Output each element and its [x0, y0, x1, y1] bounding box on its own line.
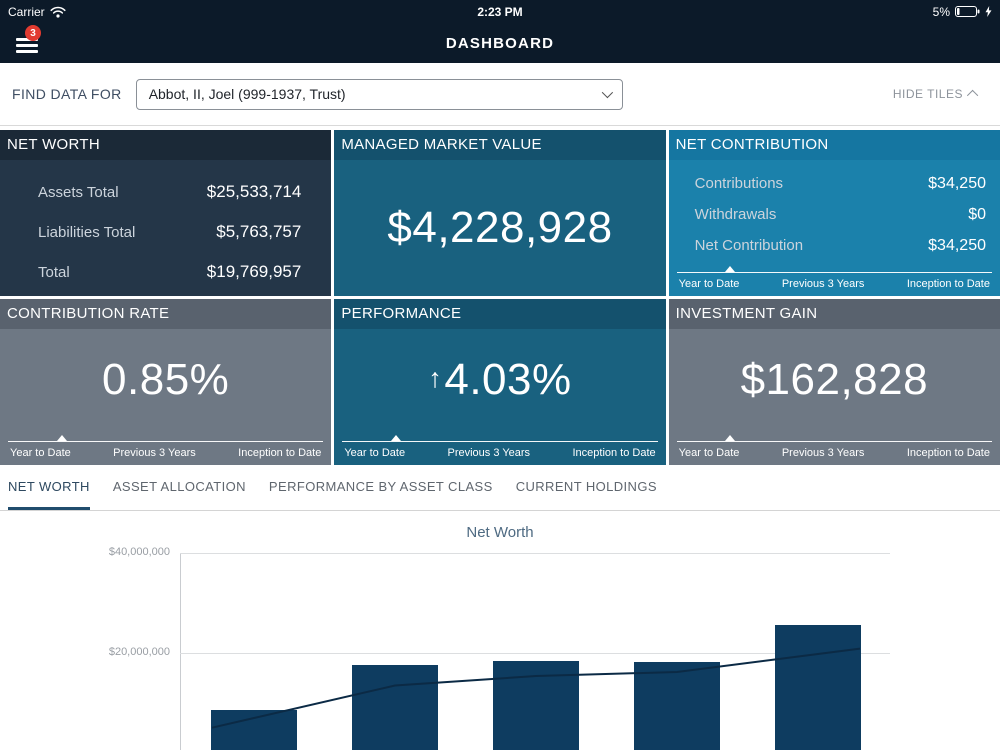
net-worth-row-total: Total $19,769,957 [38, 252, 301, 292]
tile-net-contribution-title: NET CONTRIBUTION [668, 130, 1000, 160]
menu-bar [16, 49, 38, 53]
period-year-to-date[interactable]: Year to Date [10, 447, 71, 459]
performance-number: 4.03% [444, 355, 572, 404]
investment-gain-value: $162,828 [740, 355, 929, 404]
chevron-down-icon [601, 86, 613, 99]
row-value: $34,250 [928, 174, 986, 192]
battery-icon [954, 6, 980, 17]
section-tabs: NET WORTH ASSET ALLOCATION PERFORMANCE B… [0, 465, 1000, 511]
account-select-value: Abbot, II, Joel (999-1937, Trust) [148, 86, 346, 102]
row-value: $0 [968, 205, 986, 223]
tile-managed-market-value-title: MANAGED MARKET VALUE [334, 130, 666, 160]
net-contribution-row-contributions: Contributions $34,250 [695, 168, 986, 199]
row-label: Assets Total [38, 183, 119, 201]
app-root: Carrier 2:23 PM 5% 3 DASHBOARD FIND DATA… [0, 0, 1000, 750]
clock: 2:23 PM [477, 4, 523, 19]
row-value: $25,533,714 [206, 182, 302, 201]
row-value: $5,763,757 [216, 222, 302, 241]
nav-bar: 3 DASHBOARD [0, 23, 1000, 63]
tile-managed-market-value: MANAGED MARKET VALUE $4,228,928 [334, 130, 666, 296]
hide-tiles-button[interactable]: HIDE TILES [892, 87, 979, 102]
period-year-to-date[interactable]: Year to Date [344, 447, 405, 459]
net-contribution-row-withdrawals: Withdrawals $0 [695, 199, 986, 230]
period-previous-3-years[interactable]: Previous 3 Years [113, 447, 196, 459]
period-previous-3-years[interactable]: Previous 3 Years [782, 278, 865, 290]
status-bar: Carrier 2:23 PM 5% [0, 0, 1000, 23]
tile-net-contribution: NET CONTRIBUTION Contributions $34,250 W… [668, 130, 1000, 296]
period-inception-to-date[interactable]: Inception to Date [907, 447, 990, 459]
find-data-bar: FIND DATA FOR Abbot, II, Joel (999-1937,… [0, 63, 1000, 126]
notification-badge: 3 [25, 25, 41, 41]
menu-bar [16, 43, 38, 47]
tab-performance-by-asset-class[interactable]: PERFORMANCE BY ASSET CLASS [269, 465, 493, 510]
tab-current-holdings[interactable]: CURRENT HOLDINGS [516, 465, 657, 510]
tile-contribution-rate: CONTRIBUTION RATE 0.85% Year to Date Pre… [0, 299, 332, 465]
hide-tiles-label: HIDE TILES [892, 87, 963, 101]
period-year-to-date[interactable]: Year to Date [679, 278, 740, 290]
y-tick-label: $20,000,000 [108, 646, 170, 658]
row-value: $19,769,957 [206, 262, 302, 281]
charging-bolt-icon [985, 6, 992, 17]
row-value: $34,250 [928, 236, 986, 254]
menu-button[interactable]: 3 [16, 25, 41, 54]
chart-title: Net Worth [466, 524, 534, 541]
contribution-rate-value: 0.85% [102, 355, 230, 404]
up-arrow-icon: ↑ [428, 363, 443, 393]
row-label: Contributions [694, 175, 784, 192]
y-tick-label: $40,000,000 [108, 546, 170, 558]
managed-market-value: $4,228,928 [387, 203, 613, 252]
tile-net-worth: NET WORTH Assets Total $25,533,714 Liabi… [0, 130, 332, 296]
period-inception-to-date[interactable]: Inception to Date [572, 447, 655, 459]
period-previous-3-years[interactable]: Previous 3 Years [448, 447, 531, 459]
row-label: Total [38, 263, 70, 281]
period-inception-to-date[interactable]: Inception to Date [238, 447, 321, 459]
wifi-icon [50, 6, 66, 18]
net-worth-row-assets: Assets Total $25,533,714 [38, 172, 301, 212]
net-worth-row-liabilities: Liabilities Total $5,763,757 [38, 212, 301, 252]
tile-performance-title: PERFORMANCE [334, 299, 666, 329]
tab-asset-allocation[interactable]: ASSET ALLOCATION [113, 465, 246, 510]
active-period-marker [390, 435, 401, 441]
period-selector: Year to Date Previous 3 Years Inception … [8, 435, 324, 459]
net-worth-chart: Net Worth $40,000,000 $20,000,000 [0, 511, 1000, 750]
battery-percent: 5% [932, 4, 950, 19]
performance-value: ↑4.03% [428, 355, 571, 405]
period-previous-3-years[interactable]: Previous 3 Years [782, 447, 865, 459]
active-period-marker [56, 435, 67, 441]
tile-contribution-rate-title: CONTRIBUTION RATE [0, 299, 332, 329]
top-bar: Carrier 2:23 PM 5% 3 DASHBOARD [0, 0, 1000, 63]
find-data-label: FIND DATA FOR [12, 86, 122, 102]
active-period-marker [725, 435, 736, 441]
tile-performance: PERFORMANCE ↑4.03% Year to Date Previous… [334, 299, 666, 465]
tile-investment-gain-title: INVESTMENT GAIN [668, 299, 1000, 329]
chevron-up-icon [966, 89, 979, 102]
account-select[interactable]: Abbot, II, Joel (999-1937, Trust) [135, 78, 623, 110]
tile-investment-gain: INVESTMENT GAIN $162,828 Year to Date Pr… [668, 299, 1000, 465]
period-selector: Year to Date Previous 3 Years Inception … [342, 435, 658, 459]
row-label: Net Contribution [694, 237, 804, 254]
tile-net-worth-title: NET WORTH [0, 130, 332, 160]
net-contribution-row-net: Net Contribution $34,250 [695, 230, 986, 261]
row-label: Withdrawals [694, 206, 777, 223]
trend-line [211, 647, 861, 729]
page-title: DASHBOARD [445, 34, 555, 52]
tiles-grid: NET WORTH Assets Total $25,533,714 Liabi… [0, 130, 1000, 465]
chart-plot-area: $40,000,000 $20,000,000 [109, 546, 890, 750]
tab-net-worth[interactable]: NET WORTH [8, 465, 90, 510]
carrier-label: Carrier [8, 4, 45, 19]
row-label: Liabilities Total [38, 223, 136, 241]
period-selector: Year to Date Previous 3 Years Inception … [676, 435, 992, 459]
period-year-to-date[interactable]: Year to Date [679, 447, 740, 459]
period-inception-to-date[interactable]: Inception to Date [907, 278, 990, 290]
period-selector: Year to Date Previous 3 Years Inception … [676, 266, 992, 290]
active-period-marker [725, 266, 736, 272]
